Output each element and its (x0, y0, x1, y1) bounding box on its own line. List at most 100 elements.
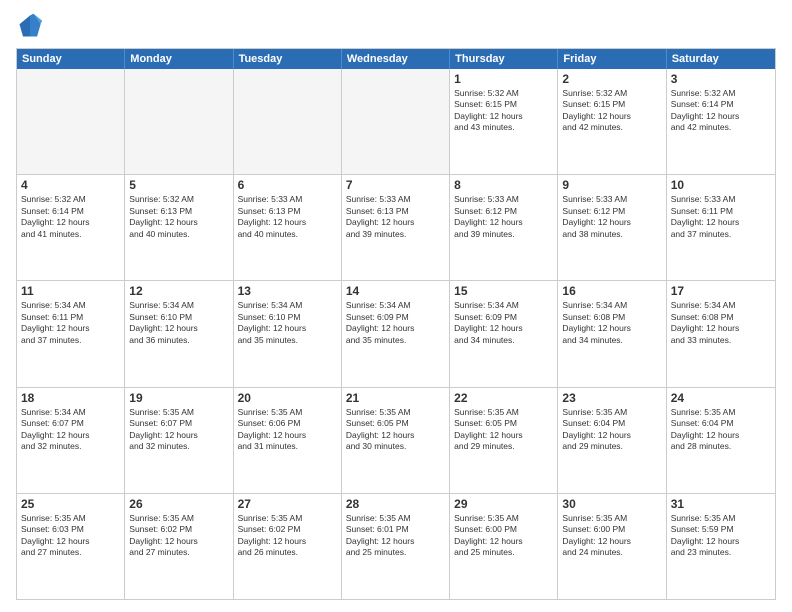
cell-text-line: Sunset: 6:02 PM (129, 524, 228, 535)
day-cell-6: 6Sunrise: 5:33 AMSunset: 6:13 PMDaylight… (234, 175, 342, 280)
cell-text-line: Sunset: 6:04 PM (671, 418, 771, 429)
cell-text-line: Sunset: 6:02 PM (238, 524, 337, 535)
cell-text-line: Sunset: 6:08 PM (671, 312, 771, 323)
cell-text-line: Sunset: 6:00 PM (454, 524, 553, 535)
cell-text-line: and 23 minutes. (671, 547, 771, 558)
cell-text-line: Daylight: 12 hours (21, 323, 120, 334)
cell-text-line: Sunrise: 5:32 AM (562, 88, 661, 99)
cell-text-line: Sunrise: 5:33 AM (346, 194, 445, 205)
cell-text-line: and 34 minutes. (562, 335, 661, 346)
cell-text-line: and 27 minutes. (129, 547, 228, 558)
day-cell-9: 9Sunrise: 5:33 AMSunset: 6:12 PMDaylight… (558, 175, 666, 280)
cell-text-line: Daylight: 12 hours (562, 536, 661, 547)
cell-text-line: Sunrise: 5:35 AM (454, 407, 553, 418)
cell-text-line: Sunrise: 5:34 AM (238, 300, 337, 311)
calendar-header-row: SundayMondayTuesdayWednesdayThursdayFrid… (17, 49, 775, 69)
day-number: 23 (562, 391, 661, 405)
cell-text-line: Daylight: 12 hours (129, 323, 228, 334)
cell-text-line: and 39 minutes. (454, 229, 553, 240)
cell-text-line: Sunset: 6:12 PM (562, 206, 661, 217)
cell-text-line: Sunset: 6:03 PM (21, 524, 120, 535)
cell-text-line: Sunset: 6:13 PM (129, 206, 228, 217)
cell-text-line: Daylight: 12 hours (562, 111, 661, 122)
day-cell-27: 27Sunrise: 5:35 AMSunset: 6:02 PMDayligh… (234, 494, 342, 599)
day-number: 15 (454, 284, 553, 298)
cell-text-line: Sunrise: 5:32 AM (671, 88, 771, 99)
day-number: 26 (129, 497, 228, 511)
cell-text-line: Daylight: 12 hours (671, 536, 771, 547)
day-number: 6 (238, 178, 337, 192)
header-day-sunday: Sunday (17, 49, 125, 69)
day-number: 11 (21, 284, 120, 298)
cell-text-line: Sunrise: 5:33 AM (454, 194, 553, 205)
cell-text-line: and 28 minutes. (671, 441, 771, 452)
calendar-week-1: 1Sunrise: 5:32 AMSunset: 6:15 PMDaylight… (17, 69, 775, 174)
cell-text-line: Sunrise: 5:34 AM (671, 300, 771, 311)
empty-cell (17, 69, 125, 174)
cell-text-line: Daylight: 12 hours (21, 217, 120, 228)
cell-text-line: Daylight: 12 hours (454, 323, 553, 334)
day-number: 4 (21, 178, 120, 192)
cell-text-line: Sunset: 6:13 PM (346, 206, 445, 217)
day-cell-14: 14Sunrise: 5:34 AMSunset: 6:09 PMDayligh… (342, 281, 450, 386)
cell-text-line: Sunset: 6:08 PM (562, 312, 661, 323)
cell-text-line: and 25 minutes. (346, 547, 445, 558)
day-cell-26: 26 Sunrise: 5:35 AMSunset: 6:02 PMDayligh… (125, 494, 233, 599)
header-day-saturday: Saturday (667, 49, 775, 69)
cell-text-line: Daylight: 12 hours (346, 536, 445, 547)
cell-text-line: and 37 minutes. (671, 229, 771, 240)
cell-text-line: Daylight: 12 hours (454, 111, 553, 122)
header-day-friday: Friday (558, 49, 666, 69)
cell-text-line: Daylight: 12 hours (671, 323, 771, 334)
day-number: 19 (129, 391, 228, 405)
day-cell-20: 20Sunrise: 5:35 AMSunset: 6:06 PMDayligh… (234, 388, 342, 493)
cell-text-line: Daylight: 12 hours (562, 430, 661, 441)
cell-text-line: Sunrise: 5:34 AM (21, 300, 120, 311)
cell-text-line: Sunset: 6:10 PM (238, 312, 337, 323)
day-cell-25: 25Sunrise: 5:35 AMSunset: 6:03 PMDayligh… (17, 494, 125, 599)
cell-text-line: and 29 minutes. (562, 441, 661, 452)
day-cell-24: 24Sunrise: 5:35 AMSunset: 6:04 PMDayligh… (667, 388, 775, 493)
logo-icon (16, 12, 44, 40)
cell-text-line: Sunset: 6:15 PM (562, 99, 661, 110)
cell-text-line: and 43 minutes. (454, 122, 553, 133)
cell-text-line: Sunrise: 5:35 AM (454, 513, 553, 524)
day-cell-18: 18Sunrise: 5:34 AMSunset: 6:07 PMDayligh… (17, 388, 125, 493)
cell-text-line: Daylight: 12 hours (129, 430, 228, 441)
cell-text-line: and 30 minutes. (346, 441, 445, 452)
day-cell-5: 5Sunrise: 5:32 AMSunset: 6:13 PMDaylight… (125, 175, 233, 280)
cell-text-line: Daylight: 12 hours (238, 217, 337, 228)
day-cell-23: 23Sunrise: 5:35 AMSunset: 6:04 PMDayligh… (558, 388, 666, 493)
cell-text-line: Daylight: 12 hours (346, 323, 445, 334)
page: SundayMondayTuesdayWednesdayThursdayFrid… (0, 0, 792, 612)
day-cell-13: 13Sunrise: 5:34 AMSunset: 6:10 PMDayligh… (234, 281, 342, 386)
cell-text-line: Sunset: 6:01 PM (346, 524, 445, 535)
cell-text-line: and 39 minutes. (346, 229, 445, 240)
calendar-week-5: 25 Sunrise: 5:35 AM Sunset: 6:03 PM Dayligh… (17, 493, 775, 599)
cell-text-line: Sunrise: 5:35 AM (129, 513, 228, 524)
cell-text-line: Daylight: 12 hours (129, 217, 228, 228)
cell-text-line: Sunset: 6:13 PM (238, 206, 337, 217)
day-number: 18 (21, 391, 120, 405)
day-cell-11: 11Sunrise: 5:34 AMSunset: 6:11 PMDayligh… (17, 281, 125, 386)
calendar-week-2: 4Sunrise: 5:32 AMSunset: 6:14 PMDaylight… (17, 174, 775, 280)
day-cell-10: 10Sunrise: 5:33 AMSunset: 6:11 PMDayligh… (667, 175, 775, 280)
cell-text-line: Daylight: 12 hours (671, 430, 771, 441)
cell-text-line: Sunrise: 5:35 AM (346, 407, 445, 418)
cell-text-line: Sunset: 6:12 PM (454, 206, 553, 217)
day-number: 25 (21, 497, 120, 511)
cell-text-line: Sunrise: 5:35 AM (238, 513, 337, 524)
day-number: 7 (346, 178, 445, 192)
cell-text-line: Daylight: 12 hours (129, 536, 228, 547)
cell-text-line: Daylight: 12 hours (346, 217, 445, 228)
cell-text-line: and 29 minutes. (454, 441, 553, 452)
empty-cell (234, 69, 342, 174)
cell-text-line: Sunset: 6:09 PM (346, 312, 445, 323)
day-number: 5 (129, 178, 228, 192)
cell-text-line: Daylight: 12 hours (454, 536, 553, 547)
cell-text-line: Sunset: 6:15 PM (454, 99, 553, 110)
cell-text-line: Sunrise: 5:32 AM (21, 194, 120, 205)
day-number: 31 (671, 497, 771, 511)
day-number: 13 (238, 284, 337, 298)
logo (16, 12, 48, 40)
